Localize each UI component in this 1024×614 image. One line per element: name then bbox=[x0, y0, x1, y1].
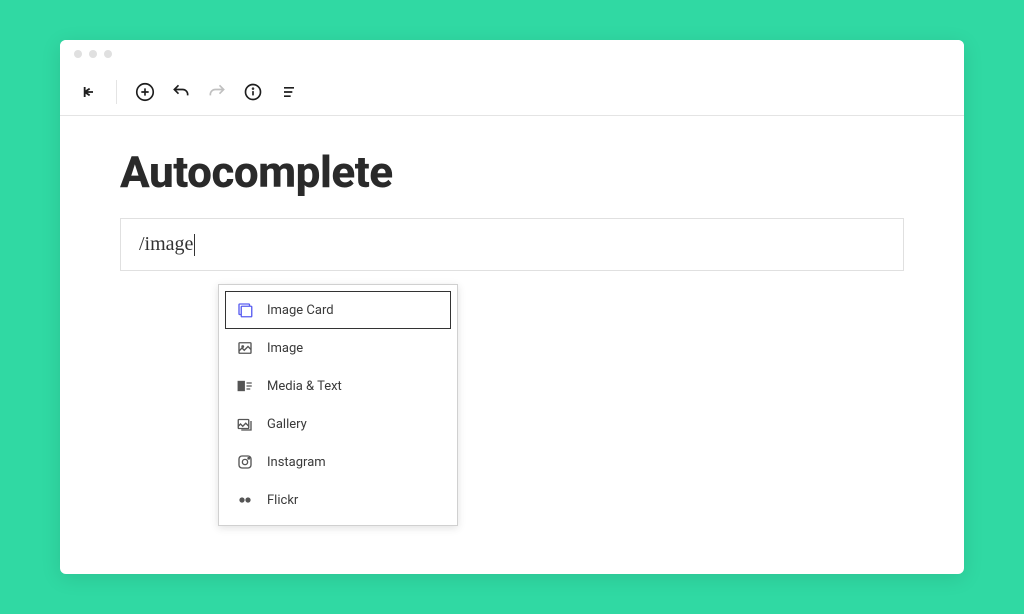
back-button[interactable] bbox=[72, 76, 104, 108]
chrome-dot bbox=[104, 50, 112, 58]
undo-button[interactable] bbox=[165, 76, 197, 108]
info-icon bbox=[243, 82, 263, 102]
menu-item-image-card[interactable]: Image Card bbox=[225, 291, 451, 329]
info-button[interactable] bbox=[237, 76, 269, 108]
menu-item-label: Gallery bbox=[267, 417, 307, 432]
menu-item-label: Flickr bbox=[267, 493, 298, 508]
image-card-icon bbox=[235, 300, 255, 320]
outline-button[interactable] bbox=[273, 76, 305, 108]
autocomplete-menu: Image Card Image Media & Text Gallery bbox=[218, 284, 458, 526]
menu-item-label: Image bbox=[267, 341, 303, 356]
text-cursor bbox=[194, 234, 195, 256]
browser-window: Autocomplete /image Image Card Image bbox=[60, 40, 964, 574]
editor-toolbar bbox=[60, 68, 964, 116]
redo-icon bbox=[207, 82, 227, 102]
instagram-icon bbox=[235, 452, 255, 472]
menu-item-flickr[interactable]: Flickr bbox=[225, 481, 451, 519]
menu-item-image[interactable]: Image bbox=[225, 329, 451, 367]
image-icon bbox=[235, 338, 255, 358]
menu-item-label: Image Card bbox=[267, 303, 334, 318]
undo-icon bbox=[171, 82, 191, 102]
add-block-button[interactable] bbox=[129, 76, 161, 108]
menu-item-instagram[interactable]: Instagram bbox=[225, 443, 451, 481]
chrome-dot bbox=[89, 50, 97, 58]
chrome-dot bbox=[74, 50, 82, 58]
menu-item-media-text[interactable]: Media & Text bbox=[225, 367, 451, 405]
gallery-icon bbox=[235, 414, 255, 434]
list-icon bbox=[279, 82, 299, 102]
media-text-icon bbox=[235, 376, 255, 396]
redo-button[interactable] bbox=[201, 76, 233, 108]
toolbar-divider bbox=[116, 80, 117, 104]
menu-item-gallery[interactable]: Gallery bbox=[225, 405, 451, 443]
back-icon bbox=[78, 82, 98, 102]
editor-content: Autocomplete /image Image Card Image bbox=[60, 116, 964, 574]
browser-chrome bbox=[60, 40, 964, 68]
menu-item-label: Media & Text bbox=[267, 379, 342, 394]
block-input[interactable]: /image bbox=[120, 218, 904, 271]
plus-circle-icon bbox=[134, 81, 156, 103]
flickr-icon bbox=[235, 490, 255, 510]
menu-item-label: Instagram bbox=[267, 455, 326, 470]
post-title[interactable]: Autocomplete bbox=[120, 146, 904, 198]
block-input-text: /image bbox=[139, 233, 193, 256]
